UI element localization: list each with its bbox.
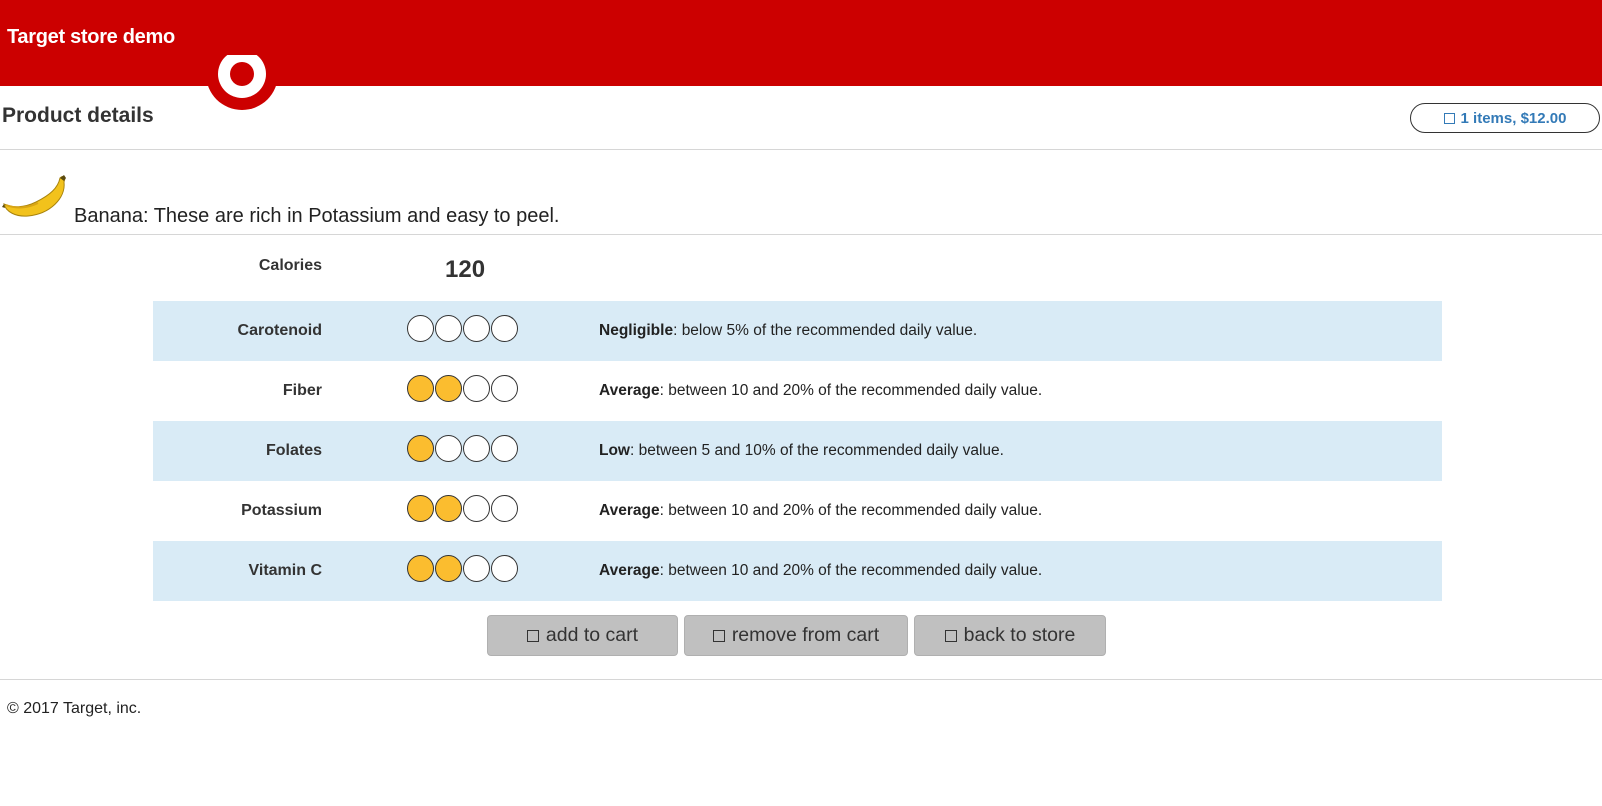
nutrient-row: Vitamin C Average: between 10 and 20% of…: [153, 541, 1442, 601]
rating-circle-empty: [491, 495, 518, 522]
calories-value: 120: [445, 256, 486, 283]
nutrient-label: Potassium: [241, 502, 322, 519]
nutrient-note: Average: between 10 and 20% of the recom…: [599, 502, 1042, 520]
rating-circles: [407, 435, 519, 462]
rating-circle-empty: [463, 495, 490, 522]
nutrient-term: Negligible: [599, 322, 674, 339]
target-logo-icon: [204, 55, 280, 131]
nutrient-text: : between 10 and 20% of the recommended …: [659, 382, 1043, 399]
nutrient-term: Average: [599, 562, 660, 579]
nutrient-text: : below 5% of the recommended daily valu…: [673, 322, 978, 339]
nutrient-note: Negligible: below 5% of the recommended …: [599, 322, 977, 340]
checkbox-square-icon: [526, 629, 539, 642]
rating-circles: [407, 495, 519, 522]
banana-image: [2, 174, 68, 220]
checkbox-square-icon: [944, 629, 957, 642]
rating-circle-empty: [463, 315, 490, 342]
rating-circle-empty: [491, 435, 518, 462]
rating-circle-filled: [435, 375, 462, 402]
rating-circle-filled: [407, 555, 434, 582]
add-to-cart-button[interactable]: add to cart: [487, 615, 678, 656]
nutrient-text: : between 10 and 20% of the recommended …: [659, 502, 1043, 519]
rating-circle-filled: [407, 435, 434, 462]
nutrient-term: Low: [599, 442, 630, 459]
rating-circle-empty: [435, 435, 462, 462]
cart-summary-button[interactable]: 1 items, $12.00: [1410, 103, 1600, 133]
rating-circle-empty: [491, 315, 518, 342]
rating-circle-filled: [407, 495, 434, 522]
divider: [0, 149, 1602, 150]
product-description: Banana: These are rich in Potassium and …: [74, 205, 560, 227]
nutrient-row: Potassium Average: between 10 and 20% of…: [153, 481, 1442, 541]
rating-circle-empty: [491, 555, 518, 582]
cart-total: $12.00: [1520, 109, 1567, 127]
nutrient-text: : between 5 and 10% of the recommended d…: [630, 442, 1004, 459]
nutrient-label: Fiber: [282, 382, 322, 399]
rating-circle-empty: [463, 375, 490, 402]
calories-label: Calories: [258, 257, 322, 274]
rating-circles: [407, 315, 519, 342]
nutrient-label: Vitamin C: [248, 562, 323, 579]
cart-icon: [1443, 112, 1455, 124]
footer-copyright: © 2017 Target, inc.: [7, 700, 142, 717]
back-to-store-label: back to store: [963, 624, 1076, 646]
page-title: Product details: [2, 104, 154, 127]
nutrient-note: Average: between 10 and 20% of the recom…: [599, 382, 1042, 400]
nutrient-row: Carotenoid Negligible: below 5% of the r…: [153, 301, 1442, 361]
rating-circle-filled: [435, 495, 462, 522]
divider: [0, 679, 1602, 680]
rating-circle-empty: [463, 555, 490, 582]
add-to-cart-label: add to cart: [545, 624, 639, 646]
nutrient-label: Folates: [265, 442, 322, 459]
nutrient-label: Carotenoid: [237, 322, 322, 339]
calories-row: Calories: [153, 237, 1442, 297]
rating-circle-filled: [407, 375, 434, 402]
divider: [0, 234, 1602, 235]
rating-circles: [407, 555, 519, 582]
nutrient-row: Folates Low: between 5 and 10% of the re…: [153, 421, 1442, 481]
brand-title[interactable]: Target store demo: [7, 26, 175, 49]
remove-from-cart-label: remove from cart: [731, 624, 880, 646]
rating-circle-empty: [407, 315, 434, 342]
rating-circle-empty: [463, 435, 490, 462]
rating-circle-empty: [435, 315, 462, 342]
nutrient-note: Low: between 5 and 10% of the recommende…: [599, 442, 1004, 460]
remove-from-cart-button[interactable]: remove from cart: [684, 615, 908, 656]
rating-circle-empty: [491, 375, 518, 402]
back-to-store-button[interactable]: back to store: [914, 615, 1106, 656]
nutrient-text: : between 10 and 20% of the recommended …: [659, 562, 1043, 579]
nutrient-term: Average: [599, 502, 660, 519]
checkbox-square-icon: [712, 629, 725, 642]
rating-circles: [407, 375, 519, 402]
nutrient-term: Average: [599, 382, 660, 399]
rating-circle-filled: [435, 555, 462, 582]
nutrient-row: Fiber Average: between 10 and 20% of the…: [153, 361, 1442, 421]
nutrient-note: Average: between 10 and 20% of the recom…: [599, 562, 1042, 580]
cart-count: 1 items,: [1460, 109, 1517, 127]
